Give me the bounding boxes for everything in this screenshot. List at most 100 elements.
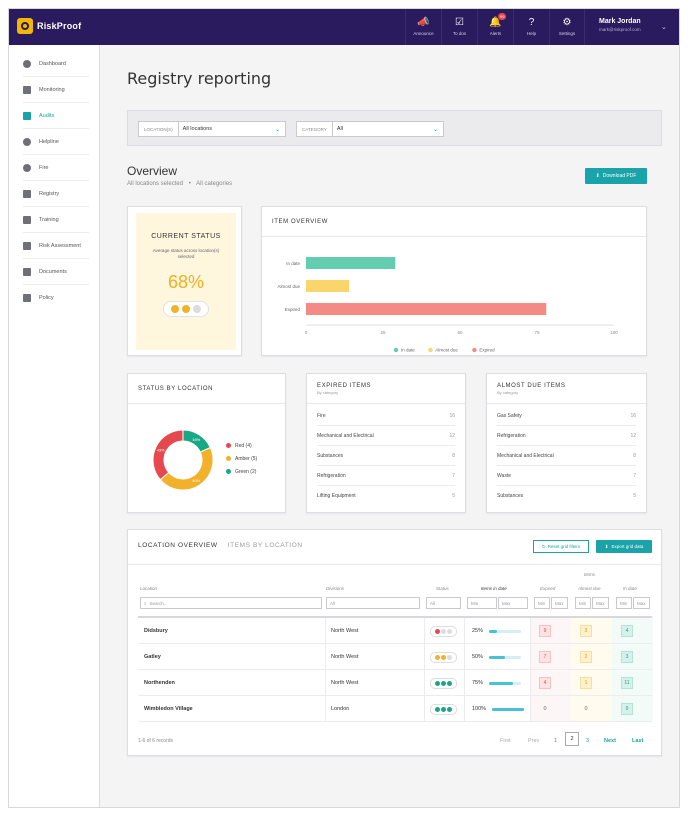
sidebar-item-registry[interactable]: Registry <box>23 181 89 207</box>
app-window: RiskProof 📣 Announce ☑ To dos 🔔 99 Alert… <box>8 8 680 808</box>
pager-prev[interactable]: Prev <box>528 738 539 744</box>
row-in-date-pct: 100% <box>472 696 525 722</box>
status-dot <box>447 706 453 712</box>
divisions-filter-select[interactable]: All <box>326 597 420 609</box>
list-item[interactable]: Refrigeration 12 <box>497 426 636 446</box>
list-item[interactable]: Refrigeration 7 <box>317 466 455 486</box>
item-name: Waste <box>497 472 511 479</box>
pager-page[interactable]: 3 <box>586 738 589 744</box>
help-button[interactable]: ? Help <box>513 9 549 45</box>
in-date-pct-max-input[interactable]: Max <box>498 597 528 609</box>
status-filter-select[interactable]: All <box>426 597 461 609</box>
export-grid-data-button[interactable]: ⬇ Export grid data <box>596 540 652 553</box>
amber-dot-icon <box>226 456 231 461</box>
pager-first[interactable]: First <box>500 738 511 744</box>
location-search-input[interactable]: ⌕ Search... <box>140 597 322 609</box>
column-header-location[interactable]: Location <box>140 586 157 591</box>
expired-max-input[interactable]: Max <box>551 597 568 609</box>
list-item[interactable]: Substances 8 <box>317 446 455 466</box>
column-header-divisions[interactable]: Divisions <box>326 586 344 591</box>
tab-items-by-location[interactable]: ITEMS BY LOCATION <box>228 542 303 549</box>
reset-grid-filters-button[interactable]: ↻ Reset grid filters <box>533 540 589 553</box>
status-dots <box>430 677 458 689</box>
column-header-status[interactable]: Status <box>436 586 449 591</box>
list-item[interactable]: Gas Safety 16 <box>497 406 636 426</box>
pager-next[interactable]: Next <box>604 738 616 744</box>
row-almost-due: 2 <box>580 644 592 670</box>
tab-location-overview[interactable]: LOCATION OVERVIEW <box>138 542 218 549</box>
sidebar-item-policy[interactable]: Policy <box>23 285 89 311</box>
table-row[interactable]: Didsbury North West 25% 9 3 4 <box>138 618 652 644</box>
column-header-items-in-date[interactable]: Items in date <box>481 586 507 591</box>
sidebar-item-label: Documents <box>39 268 67 275</box>
divider <box>128 564 663 565</box>
list-item[interactable]: Lifting Equipment 5 <box>317 486 455 506</box>
location-select[interactable]: LOCATION(S) All locations ⌄ <box>138 121 286 137</box>
row-in-date: 11 <box>621 670 633 696</box>
column-group-items: Items <box>584 572 596 577</box>
column-header-in-date[interactable]: In date <box>623 586 637 591</box>
item-count: 16 <box>449 412 455 419</box>
sidebar-item-training[interactable]: Training <box>23 207 89 233</box>
user-email: mark@riskproof.com <box>599 27 641 32</box>
min-placeholder: Min <box>538 600 546 606</box>
table-row[interactable]: Wimbledon Village London 100% 0 0 9 <box>138 696 652 722</box>
pager-last[interactable]: Last <box>632 738 643 744</box>
current-status-title: CURRENT STATUS <box>151 233 221 240</box>
sidebar-item-dashboard[interactable]: Dashboard <box>23 51 89 77</box>
list-item[interactable]: Mechanical and Electrical 12 <box>317 426 455 446</box>
legend-item-red: Red (4) <box>226 439 257 452</box>
sidebar-item-fire[interactable]: Fire <box>23 155 89 181</box>
chevron-down-icon[interactable]: ⌄ <box>661 23 667 31</box>
in-date-min-input[interactable]: Min <box>616 597 632 609</box>
settings-button[interactable]: ⚙ Settings <box>549 9 585 45</box>
download-pdf-button[interactable]: ⬇ Download PDF <box>585 168 647 184</box>
category-select[interactable]: CATEGORY All ⌄ <box>296 121 444 137</box>
announce-button[interactable]: 📣 Announce <box>405 9 441 45</box>
scales-icon <box>23 241 31 250</box>
top-bar: RiskProof 📣 Announce ☑ To dos 🔔 99 Alert… <box>9 9 679 45</box>
user-menu[interactable]: Mark Jordan mark@riskproof.com <box>599 18 641 32</box>
expired-items-card: EXPIRED ITEMS By category Fire 16 Mechani… <box>306 373 466 513</box>
alerts-button[interactable]: 🔔 99 Alerts <box>477 9 513 45</box>
sidebar-item-documents[interactable]: Documents <box>23 259 89 285</box>
status-dots <box>430 703 458 715</box>
column-divider <box>464 618 465 722</box>
almost-due-min-input[interactable]: Min <box>575 597 591 609</box>
in-date-max-input[interactable]: Max <box>633 597 650 609</box>
expired-min-input[interactable]: Min <box>534 597 550 609</box>
flame-icon <box>23 163 31 172</box>
overview-subtitle: All locations selected • All categories <box>127 181 232 187</box>
sidebar-item-helpline[interactable]: Helpline <box>23 129 89 155</box>
donut-slice-label: 40% <box>192 478 200 483</box>
alerts-badge: 99 <box>498 13 507 20</box>
list-item[interactable]: Mechanical and Electrical 8 <box>497 446 636 466</box>
location-table-card: LOCATION OVERVIEW ITEMS BY LOCATION ↻ Re… <box>127 529 663 756</box>
row-location: Wimbledon Village <box>144 706 193 712</box>
row-location: Northenden <box>144 680 175 686</box>
sidebar-item-label: Risk Assessment <box>39 242 81 249</box>
table-row[interactable]: Northenden North West 75% 4 1 11 <box>138 670 652 696</box>
sidebar-item-label: Dashboard <box>39 60 66 67</box>
list-item[interactable]: Waste 7 <box>497 466 636 486</box>
current-status-panel: CURRENT STATUS Average status across loc… <box>136 213 236 350</box>
status-dot <box>447 654 453 660</box>
list-item[interactable]: Fire 16 <box>317 406 455 426</box>
column-header-expired[interactable]: Expired <box>540 586 555 591</box>
item-name: Lifting Equipment <box>317 493 356 499</box>
table-row[interactable]: Gatley North West 50% 7 2 3 <box>138 644 652 670</box>
sidebar-item-risk-assessment[interactable]: Risk Assessment <box>23 233 89 259</box>
pager-page[interactable]: 1 <box>554 738 557 744</box>
almost-due-max-input[interactable]: Max <box>592 597 609 609</box>
column-divider <box>424 618 425 722</box>
brand-logo[interactable]: RiskProof <box>17 18 81 34</box>
todos-button[interactable]: ☑ To dos <box>441 9 477 45</box>
sidebar-item-monitoring[interactable]: Monitoring <box>23 77 89 103</box>
pager-page-current[interactable]: 2 <box>565 732 579 746</box>
column-header-almost-due[interactable]: Almost due <box>578 586 601 591</box>
sidebar-item-audits[interactable]: Audits <box>23 103 89 129</box>
item-count: 7 <box>633 472 636 479</box>
list-item[interactable]: Substances 5 <box>497 486 636 506</box>
help-icon: ? <box>528 17 535 28</box>
in-date-pct-min-input[interactable]: Min <box>467 597 497 609</box>
